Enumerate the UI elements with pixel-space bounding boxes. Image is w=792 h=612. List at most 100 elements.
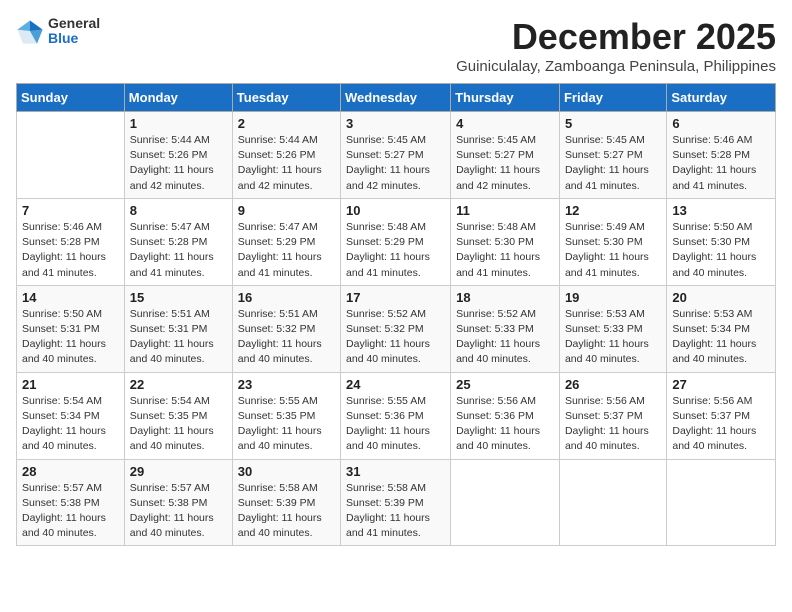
week-row: 7 Sunrise: 5:46 AM Sunset: 5:28 PM Daylig… [17,198,776,285]
logo-icon [16,17,44,45]
day-cell: 17 Sunrise: 5:52 AM Sunset: 5:32 PM Dayli… [341,285,451,372]
day-cell: 5 Sunrise: 5:45 AM Sunset: 5:27 PM Daylig… [559,112,666,199]
day-detail: Sunrise: 5:53 AM Sunset: 5:34 PM Dayligh… [672,307,770,368]
day-number: 20 [672,290,770,305]
day-number: 10 [346,203,445,218]
day-cell: 14 Sunrise: 5:50 AM Sunset: 5:31 PM Dayli… [17,285,125,372]
day-number: 25 [456,377,554,392]
day-cell: 15 Sunrise: 5:51 AM Sunset: 5:31 PM Dayli… [124,285,232,372]
day-cell: 22 Sunrise: 5:54 AM Sunset: 5:35 PM Dayli… [124,372,232,459]
day-cell: 3 Sunrise: 5:45 AM Sunset: 5:27 PM Daylig… [341,112,451,199]
day-number: 2 [238,116,335,131]
day-detail: Sunrise: 5:46 AM Sunset: 5:28 PM Dayligh… [672,133,770,194]
day-number: 21 [22,377,119,392]
day-number: 9 [238,203,335,218]
day-cell: 6 Sunrise: 5:46 AM Sunset: 5:28 PM Daylig… [667,112,776,199]
day-detail: Sunrise: 5:48 AM Sunset: 5:29 PM Dayligh… [346,220,445,281]
day-detail: Sunrise: 5:57 AM Sunset: 5:38 PM Dayligh… [22,481,119,542]
day-cell: 30 Sunrise: 5:58 AM Sunset: 5:39 PM Dayli… [232,459,340,546]
calendar-body: 1 Sunrise: 5:44 AM Sunset: 5:26 PM Daylig… [17,112,776,546]
day-number: 11 [456,203,554,218]
header-cell: Friday [559,84,666,112]
day-detail: Sunrise: 5:56 AM Sunset: 5:36 PM Dayligh… [456,394,554,455]
day-cell: 4Sunrise: 5:45 AM Sunset: 5:27 PM Daylig… [451,112,560,199]
title-block: December 2025 Guiniculalay, Zamboanga Pe… [456,16,776,75]
day-cell: 8Sunrise: 5:47 AM Sunset: 5:28 PM Daylig… [124,198,232,285]
day-number: 24 [346,377,445,392]
day-number: 3 [346,116,445,131]
day-cell: 7 Sunrise: 5:46 AM Sunset: 5:28 PM Daylig… [17,198,125,285]
day-cell: 13 Sunrise: 5:50 AM Sunset: 5:30 PM Dayli… [667,198,776,285]
day-cell: 11Sunrise: 5:48 AM Sunset: 5:30 PM Dayli… [451,198,560,285]
logo-blue: Blue [48,31,100,46]
header-row: SundayMondayTuesdayWednesdayThursdayFrid… [17,84,776,112]
day-number: 13 [672,203,770,218]
day-detail: Sunrise: 5:58 AM Sunset: 5:39 PM Dayligh… [238,481,335,542]
day-cell: 24 Sunrise: 5:55 AM Sunset: 5:36 PM Dayli… [341,372,451,459]
day-number: 5 [565,116,661,131]
day-detail: Sunrise: 5:51 AM Sunset: 5:31 PM Dayligh… [130,307,227,368]
calendar-header: SundayMondayTuesdayWednesdayThursdayFrid… [17,84,776,112]
day-detail: Sunrise: 5:56 AM Sunset: 5:37 PM Dayligh… [565,394,661,455]
day-detail: Sunrise: 5:46 AM Sunset: 5:28 PM Dayligh… [22,220,119,281]
day-detail: Sunrise: 5:47 AM Sunset: 5:29 PM Dayligh… [238,220,335,281]
main-title: December 2025 [456,16,776,58]
day-detail: Sunrise: 5:54 AM Sunset: 5:34 PM Dayligh… [22,394,119,455]
day-number: 22 [130,377,227,392]
page-header: General Blue December 2025 Guiniculalay,… [16,16,776,75]
day-detail: Sunrise: 5:45 AM Sunset: 5:27 PM Dayligh… [565,133,661,194]
day-detail: Sunrise: 5:54 AM Sunset: 5:35 PM Dayligh… [130,394,227,455]
day-cell [451,459,560,546]
day-detail: Sunrise: 5:55 AM Sunset: 5:36 PM Dayligh… [346,394,445,455]
day-cell: 25 Sunrise: 5:56 AM Sunset: 5:36 PM Dayli… [451,372,560,459]
day-detail: Sunrise: 5:50 AM Sunset: 5:30 PM Dayligh… [672,220,770,281]
day-cell: 20 Sunrise: 5:53 AM Sunset: 5:34 PM Dayli… [667,285,776,372]
day-cell: 31Sunrise: 5:58 AM Sunset: 5:39 PM Dayli… [341,459,451,546]
day-number: 30 [238,464,335,479]
week-row: 21 Sunrise: 5:54 AM Sunset: 5:34 PM Dayli… [17,372,776,459]
day-cell: 12Sunrise: 5:49 AM Sunset: 5:30 PM Dayli… [559,198,666,285]
header-cell: Monday [124,84,232,112]
day-detail: Sunrise: 5:55 AM Sunset: 5:35 PM Dayligh… [238,394,335,455]
day-number: 15 [130,290,227,305]
day-number: 17 [346,290,445,305]
day-number: 7 [22,203,119,218]
day-detail: Sunrise: 5:51 AM Sunset: 5:32 PM Dayligh… [238,307,335,368]
day-detail: Sunrise: 5:44 AM Sunset: 5:26 PM Dayligh… [130,133,227,194]
day-detail: Sunrise: 5:44 AM Sunset: 5:26 PM Dayligh… [238,133,335,194]
day-number: 6 [672,116,770,131]
day-detail: Sunrise: 5:49 AM Sunset: 5:30 PM Dayligh… [565,220,661,281]
day-cell: 29Sunrise: 5:57 AM Sunset: 5:38 PM Dayli… [124,459,232,546]
day-number: 28 [22,464,119,479]
day-cell: 23Sunrise: 5:55 AM Sunset: 5:35 PM Dayli… [232,372,340,459]
day-detail: Sunrise: 5:52 AM Sunset: 5:32 PM Dayligh… [346,307,445,368]
day-cell: 28 Sunrise: 5:57 AM Sunset: 5:38 PM Dayli… [17,459,125,546]
subtitle: Guiniculalay, Zamboanga Peninsula, Phili… [456,58,776,75]
day-number: 29 [130,464,227,479]
logo-text: General Blue [48,16,100,47]
header-cell: Wednesday [341,84,451,112]
calendar-table: SundayMondayTuesdayWednesdayThursdayFrid… [16,83,776,546]
day-number: 27 [672,377,770,392]
day-cell: 18Sunrise: 5:52 AM Sunset: 5:33 PM Dayli… [451,285,560,372]
day-cell: 21 Sunrise: 5:54 AM Sunset: 5:34 PM Dayli… [17,372,125,459]
day-detail: Sunrise: 5:50 AM Sunset: 5:31 PM Dayligh… [22,307,119,368]
day-number: 26 [565,377,661,392]
day-number: 16 [238,290,335,305]
day-cell: 16 Sunrise: 5:51 AM Sunset: 5:32 PM Dayli… [232,285,340,372]
day-number: 14 [22,290,119,305]
day-number: 4 [456,116,554,131]
day-detail: Sunrise: 5:45 AM Sunset: 5:27 PM Dayligh… [346,133,445,194]
week-row: 28 Sunrise: 5:57 AM Sunset: 5:38 PM Dayli… [17,459,776,546]
day-number: 19 [565,290,661,305]
day-cell [667,459,776,546]
header-cell: Sunday [17,84,125,112]
day-cell [559,459,666,546]
day-number: 1 [130,116,227,131]
day-number: 31 [346,464,445,479]
header-cell: Saturday [667,84,776,112]
day-detail: Sunrise: 5:56 AM Sunset: 5:37 PM Dayligh… [672,394,770,455]
day-number: 18 [456,290,554,305]
header-cell: Thursday [451,84,560,112]
day-cell: 26 Sunrise: 5:56 AM Sunset: 5:37 PM Dayli… [559,372,666,459]
